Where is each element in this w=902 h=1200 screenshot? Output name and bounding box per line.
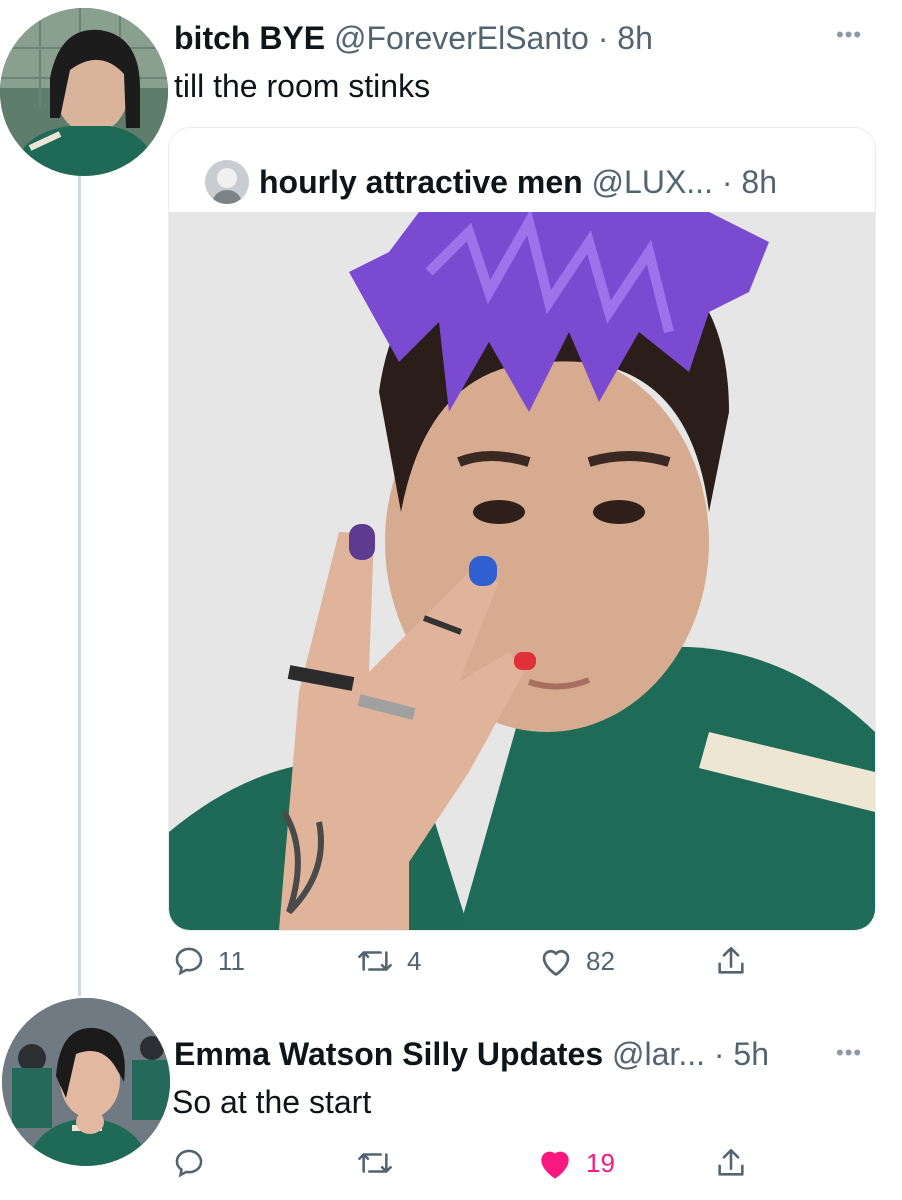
tweet-text: So at the start bbox=[172, 1084, 372, 1120]
retweet-button[interactable]: 4 bbox=[355, 936, 421, 986]
retweet-icon bbox=[358, 951, 392, 971]
more-horizontal-icon[interactable]: ••• bbox=[836, 1040, 862, 1066]
display-name[interactable]: bitch BYE bbox=[174, 20, 325, 56]
avatar[interactable] bbox=[0, 8, 168, 176]
display-name[interactable]: Emma Watson Silly Updates bbox=[174, 1036, 603, 1072]
quote-handle-and-time[interactable]: @LUX... · 8h bbox=[592, 164, 777, 200]
like-button[interactable]: 82 bbox=[538, 936, 615, 986]
tweet-header: Emma Watson Silly Updates @lar... · 5h bbox=[174, 1034, 769, 1074]
quoted-tweet-card[interactable]: hourly attractive men @LUX... · 8h bbox=[168, 127, 876, 931]
reply-icon bbox=[175, 947, 203, 976]
share-icon bbox=[718, 1148, 744, 1176]
reply-button[interactable] bbox=[172, 1138, 206, 1188]
share-button[interactable] bbox=[714, 936, 748, 986]
retweet-icon bbox=[358, 1153, 392, 1173]
heart-filled-icon bbox=[541, 1151, 569, 1179]
like-count: 19 bbox=[586, 1147, 615, 1178]
thread-connector-line bbox=[78, 176, 81, 996]
reply-count: 11 bbox=[218, 945, 245, 976]
share-button[interactable] bbox=[714, 1138, 748, 1188]
quote-image[interactable] bbox=[169, 212, 875, 930]
tweet-header: bitch BYE @ForeverElSanto · 8h bbox=[174, 18, 653, 58]
like-count: 82 bbox=[586, 945, 615, 976]
quote-display-name[interactable]: hourly attractive men bbox=[259, 164, 583, 200]
retweet-button[interactable] bbox=[355, 1138, 395, 1188]
retweet-count: 4 bbox=[407, 945, 422, 976]
handle-and-time[interactable]: @ForeverElSanto · 8h bbox=[334, 20, 653, 56]
tweet-actions: 11 4 82 bbox=[0, 936, 902, 986]
quote-avatar bbox=[205, 160, 249, 204]
reply-button[interactable]: 11 bbox=[172, 936, 245, 986]
quote-header: hourly attractive men @LUX... · 8h bbox=[259, 160, 777, 204]
like-button[interactable]: 19 bbox=[536, 1138, 615, 1188]
reply-icon bbox=[175, 1149, 203, 1178]
avatar-photo bbox=[0, 8, 168, 176]
share-icon bbox=[718, 946, 744, 974]
heart-icon bbox=[542, 949, 570, 976]
tweet-text: till the room stinks bbox=[174, 68, 431, 104]
handle-and-time[interactable]: @lar... · 5h bbox=[612, 1036, 769, 1072]
tweet-actions: 19 bbox=[0, 1138, 902, 1188]
more-horizontal-icon[interactable]: ••• bbox=[836, 22, 862, 48]
